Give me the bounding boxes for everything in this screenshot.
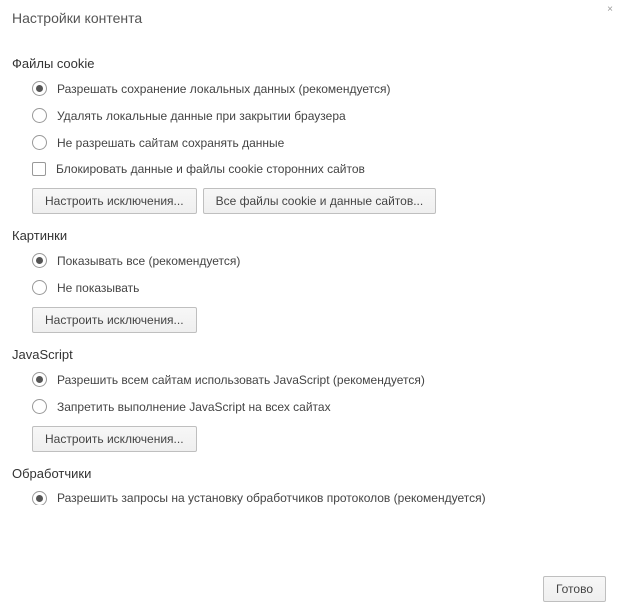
- checkbox-icon[interactable]: [32, 162, 46, 176]
- radio-icon[interactable]: [32, 253, 47, 268]
- images-exceptions-button[interactable]: Настроить исключения...: [32, 307, 197, 333]
- option-label: Разрешить запросы на установку обработчи…: [57, 491, 486, 505]
- cookies-option-session[interactable]: Удалять локальные данные при закрытии бр…: [32, 108, 608, 123]
- handlers-option-allow[interactable]: Разрешить запросы на установку обработчи…: [32, 491, 608, 505]
- section-heading-handlers: Обработчики: [12, 466, 608, 481]
- radio-icon[interactable]: [32, 372, 47, 387]
- option-label: Не разрешать сайтам сохранять данные: [57, 136, 284, 150]
- radio-icon[interactable]: [32, 135, 47, 150]
- dialog-title: Настройки контента: [0, 0, 620, 38]
- done-button[interactable]: Готово: [543, 576, 606, 602]
- cookies-option-block[interactable]: Не разрешать сайтам сохранять данные: [32, 135, 608, 150]
- section-heading-images: Картинки: [12, 228, 608, 243]
- radio-icon[interactable]: [32, 280, 47, 295]
- option-label: Показывать все (рекомендуется): [57, 254, 240, 268]
- option-label: Удалять локальные данные при закрытии бр…: [57, 109, 346, 123]
- section-heading-javascript: JavaScript: [12, 347, 608, 362]
- section-heading-cookies: Файлы cookie: [12, 56, 608, 71]
- images-option-show[interactable]: Показывать все (рекомендуется): [32, 253, 608, 268]
- cookies-all-data-button[interactable]: Все файлы cookie и данные сайтов...: [203, 188, 437, 214]
- javascript-option-allow[interactable]: Разрешить всем сайтам использовать JavaS…: [32, 372, 608, 387]
- radio-icon[interactable]: [32, 81, 47, 96]
- radio-icon[interactable]: [32, 491, 47, 505]
- content-area: Файлы cookie Разрешать сохранение локаль…: [0, 38, 620, 505]
- option-label: Блокировать данные и файлы cookie сторон…: [56, 162, 365, 176]
- option-label: Разрешать сохранение локальных данных (р…: [57, 82, 390, 96]
- javascript-exceptions-button[interactable]: Настроить исключения...: [32, 426, 197, 452]
- option-label: Разрешить всем сайтам использовать JavaS…: [57, 373, 425, 387]
- javascript-option-block[interactable]: Запретить выполнение JavaScript на всех …: [32, 399, 608, 414]
- close-icon[interactable]: ×: [604, 4, 616, 15]
- radio-icon[interactable]: [32, 108, 47, 123]
- cookies-option-allow[interactable]: Разрешать сохранение локальных данных (р…: [32, 81, 608, 96]
- radio-icon[interactable]: [32, 399, 47, 414]
- cookies-block-third-party[interactable]: Блокировать данные и файлы cookie сторон…: [32, 162, 608, 176]
- cookies-exceptions-button[interactable]: Настроить исключения...: [32, 188, 197, 214]
- option-label: Не показывать: [57, 281, 139, 295]
- option-label: Запретить выполнение JavaScript на всех …: [57, 400, 331, 414]
- images-option-hide[interactable]: Не показывать: [32, 280, 608, 295]
